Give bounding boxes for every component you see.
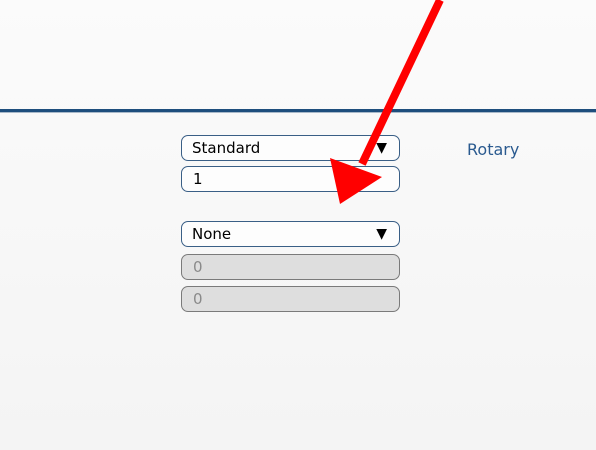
disabled-input-1-value: 0 [193, 258, 203, 276]
settings-page: Standard ▼ 1 None ▼ 0 0 Rotary [0, 0, 596, 450]
mode-select-value: None [192, 225, 232, 243]
disabled-input-2: 0 [181, 286, 400, 312]
dropdown-arrow-icon: ▼ [376, 140, 387, 156]
disabled-input-2-value: 0 [193, 290, 203, 308]
disabled-input-1: 0 [181, 254, 400, 280]
header-divider-shadow [0, 112, 596, 113]
type-select-value: Standard [192, 139, 261, 157]
number-input[interactable]: 1 [181, 166, 400, 192]
mode-select[interactable]: None ▼ [181, 221, 400, 247]
rotary-link[interactable]: Rotary [467, 140, 519, 159]
type-select[interactable]: Standard ▼ [181, 135, 400, 161]
dropdown-arrow-icon: ▼ [376, 226, 387, 242]
number-input-value: 1 [193, 170, 203, 188]
